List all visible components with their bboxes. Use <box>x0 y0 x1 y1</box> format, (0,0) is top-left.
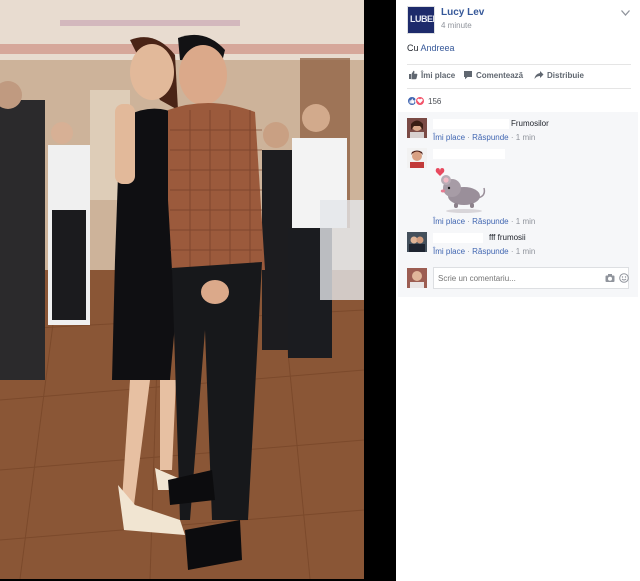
separator: · <box>510 247 514 256</box>
commenter-avatar[interactable] <box>407 118 427 138</box>
tagged-person-link[interactable]: Andreea <box>421 43 455 53</box>
comment-reply-link[interactable]: Răspunde <box>472 133 508 142</box>
separator: · <box>467 217 470 226</box>
like-button[interactable]: Îmi place <box>408 70 455 80</box>
divider <box>407 64 631 65</box>
commenter-avatar[interactable] <box>407 148 427 168</box>
author-avatar[interactable]: LUBED <box>407 6 435 34</box>
separator: · <box>510 217 514 226</box>
post-header: LUBED Lucy Lev 4 minute <box>407 6 631 34</box>
chevron-down-icon[interactable] <box>619 8 631 18</box>
post-caption: Cu Andreea <box>407 43 455 53</box>
caption-prefix: Cu <box>407 43 419 53</box>
write-comment-row <box>407 267 631 289</box>
separator: · <box>467 247 470 256</box>
comment-meta: Îmi place · Răspunde · 1 min <box>433 247 535 256</box>
comment-like-link[interactable]: Îmi place <box>433 217 465 226</box>
share-label: Distribuie <box>547 70 584 80</box>
author-logo: LUBED <box>410 14 434 24</box>
comment-time[interactable]: 1 min <box>516 247 536 256</box>
reactions-summary[interactable]: 156 <box>407 95 441 107</box>
camera-icon[interactable] <box>605 273 615 283</box>
post-photo[interactable] <box>0 0 364 579</box>
comment-text: Frumosilor <box>511 119 549 128</box>
comment-time[interactable]: 1 min <box>516 133 536 142</box>
author-name[interactable]: Lucy Lev <box>441 7 484 18</box>
commenter-name-redacted[interactable] <box>433 149 505 159</box>
comment-time[interactable]: 1 min <box>516 217 536 226</box>
comment-reply-link[interactable]: Răspunde <box>472 217 508 226</box>
share-icon <box>534 71 544 79</box>
reaction-count[interactable]: 156 <box>428 97 441 106</box>
photo-viewer <box>0 0 396 581</box>
love-reaction-icon <box>415 96 425 106</box>
comment-input[interactable] <box>433 267 629 289</box>
commenter-name-redacted[interactable] <box>433 233 483 243</box>
commenter-name-redacted[interactable] <box>433 119 509 129</box>
comment-meta: Îmi place · Răspunde · 1 min <box>433 133 535 142</box>
comment-label: Comentează <box>476 70 524 80</box>
comment-icon <box>464 71 472 80</box>
divider <box>407 88 631 89</box>
share-button[interactable]: Distribuie <box>534 70 584 80</box>
separator: · <box>510 133 514 142</box>
emoji-icon[interactable] <box>619 273 629 283</box>
post-actions: Îmi place Comentează Distribuie <box>407 70 631 84</box>
mouse-love-sticker[interactable] <box>434 166 486 214</box>
like-label: Îmi place <box>421 70 456 80</box>
comment-text: fff frumosii <box>489 233 526 242</box>
comment-meta: Îmi place · Răspunde · 1 min <box>433 217 535 226</box>
post-timestamp[interactable]: 4 minute <box>441 21 472 30</box>
like-icon <box>409 70 418 80</box>
commenter-avatar[interactable] <box>407 232 427 252</box>
comment-button[interactable]: Comentează <box>463 70 523 80</box>
comment-like-link[interactable]: Îmi place <box>433 247 465 256</box>
comment-like-link[interactable]: Îmi place <box>433 133 465 142</box>
separator: · <box>467 133 470 142</box>
photo-scene <box>0 0 364 579</box>
my-avatar[interactable] <box>407 268 427 288</box>
comment-reply-link[interactable]: Răspunde <box>472 247 508 256</box>
